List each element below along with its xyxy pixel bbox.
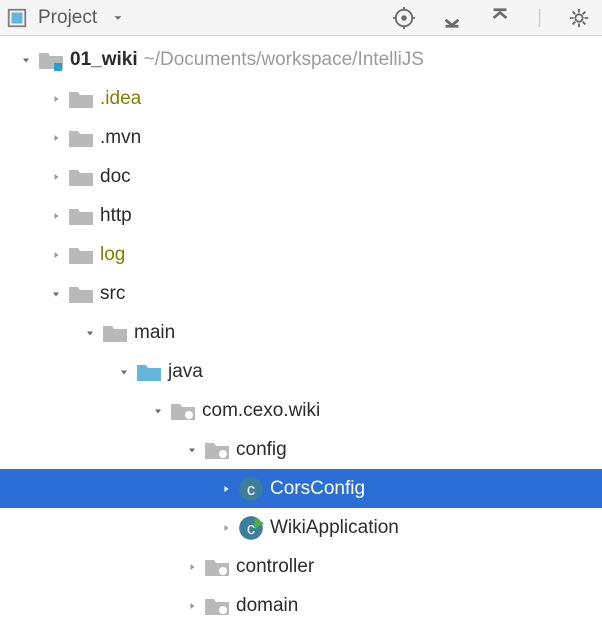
gear-icon[interactable] xyxy=(568,7,590,29)
tree-item-java[interactable]: java xyxy=(0,352,602,391)
tree-item-mvn[interactable]: .mvn xyxy=(0,118,602,157)
chevron-right-icon[interactable] xyxy=(44,243,68,267)
tree-item-controller[interactable]: controller xyxy=(0,547,602,586)
folder-label: .mvn xyxy=(100,127,141,149)
expand-all-icon[interactable] xyxy=(441,7,463,29)
tree-item-project-root[interactable]: 01_wiki ~/Documents/workspace/IntelliJS xyxy=(0,40,602,79)
folder-icon xyxy=(102,322,128,344)
package-icon xyxy=(204,595,230,617)
tree-item-idea[interactable]: .idea xyxy=(0,79,602,118)
tree-item-cors-config[interactable]: c CorsConfig xyxy=(0,469,602,508)
project-name: 01_wiki xyxy=(70,49,138,71)
chevron-right-icon[interactable] xyxy=(44,204,68,228)
project-path: ~/Documents/workspace/IntelliJS xyxy=(138,49,424,71)
package-icon xyxy=(204,439,230,461)
folder-icon xyxy=(68,166,94,188)
source-folder-icon xyxy=(136,361,162,383)
tree-item-log[interactable]: log xyxy=(0,235,602,274)
folder-label: doc xyxy=(100,166,131,188)
folder-icon xyxy=(68,205,94,227)
tree-item-domain[interactable]: domain xyxy=(0,586,602,625)
toolbar-left: Project xyxy=(6,7,129,29)
tree-item-package-root[interactable]: com.cexo.wiki xyxy=(0,391,602,430)
folder-icon xyxy=(68,127,94,149)
package-icon xyxy=(170,400,196,422)
toolbar-right: | xyxy=(393,7,596,29)
chevron-right-icon[interactable] xyxy=(180,555,204,579)
svg-text:c: c xyxy=(247,479,255,498)
class-label: WikiApplication xyxy=(270,517,399,539)
tool-window-header: Project | xyxy=(0,0,602,36)
tree-item-http[interactable]: http xyxy=(0,196,602,235)
chevron-right-icon[interactable] xyxy=(44,87,68,111)
folder-icon xyxy=(68,88,94,110)
chevron-right-icon[interactable] xyxy=(214,477,238,501)
chevron-down-icon[interactable] xyxy=(78,321,102,345)
chevron-down-icon[interactable] xyxy=(44,282,68,306)
tree-item-doc[interactable]: doc xyxy=(0,157,602,196)
chevron-down-icon[interactable] xyxy=(14,48,38,72)
tree-item-config[interactable]: config xyxy=(0,430,602,469)
package-label: config xyxy=(236,439,287,461)
dropdown-icon[interactable] xyxy=(107,7,129,29)
chevron-right-icon[interactable] xyxy=(180,594,204,618)
tree-item-src[interactable]: src xyxy=(0,274,602,313)
class-icon: c xyxy=(238,478,264,500)
chevron-right-icon[interactable] xyxy=(44,126,68,150)
chevron-right-icon[interactable] xyxy=(214,516,238,540)
folder-label: java xyxy=(168,361,203,383)
project-panel-icon xyxy=(6,7,28,29)
package-label: domain xyxy=(236,595,298,617)
chevron-down-icon[interactable] xyxy=(180,438,204,462)
locate-icon[interactable] xyxy=(393,7,415,29)
folder-label: http xyxy=(100,205,132,227)
tree-item-wiki-application[interactable]: c WikiApplication xyxy=(0,508,602,547)
runnable-class-icon: c xyxy=(238,517,264,539)
class-label: CorsConfig xyxy=(270,478,365,500)
folder-label: .idea xyxy=(100,88,141,110)
chevron-down-icon[interactable] xyxy=(146,399,170,423)
module-folder-icon xyxy=(38,49,64,71)
package-label: controller xyxy=(236,556,314,578)
chevron-right-icon[interactable] xyxy=(44,165,68,189)
tree-item-main[interactable]: main xyxy=(0,313,602,352)
chevron-down-icon[interactable] xyxy=(112,360,136,384)
project-tree: 01_wiki ~/Documents/workspace/IntelliJS … xyxy=(0,36,602,625)
package-label: com.cexo.wiki xyxy=(202,400,320,422)
tool-window-title[interactable]: Project xyxy=(38,7,97,29)
svg-text:c: c xyxy=(247,518,255,537)
collapse-all-icon[interactable] xyxy=(489,7,511,29)
folder-label: src xyxy=(100,283,125,305)
folder-label: log xyxy=(100,244,125,266)
folder-label: main xyxy=(134,322,175,344)
folder-icon xyxy=(68,283,94,305)
folder-icon xyxy=(68,244,94,266)
package-icon xyxy=(204,556,230,578)
